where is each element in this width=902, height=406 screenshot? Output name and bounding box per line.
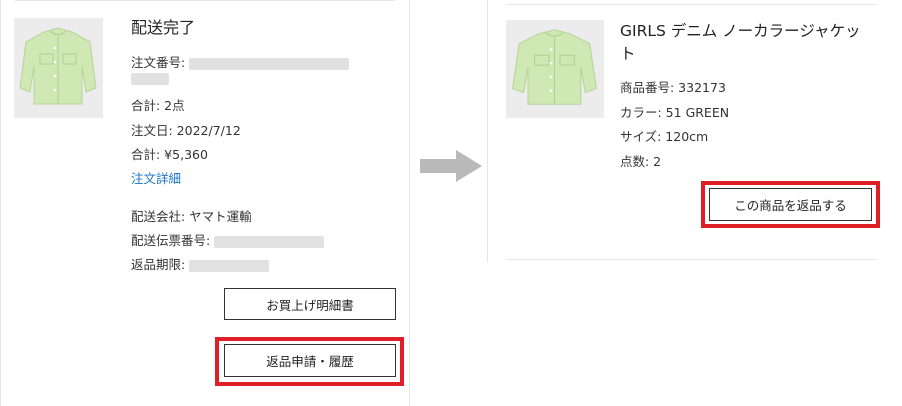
order-number-row: 注文番号: <box>131 52 350 71</box>
tracking-number-row: 配送伝票番号: <box>131 230 325 249</box>
delivery-status: 配送完了 <box>131 18 196 37</box>
blurred-order-number-tail <box>131 72 169 85</box>
blurred-order-number <box>189 57 350 70</box>
tracking-number-label: 配送伝票番号: <box>131 233 211 248</box>
order-detail-link[interactable]: 注文詳細 <box>131 168 181 187</box>
total-quantity: 合計: 2点 <box>131 98 185 113</box>
return-this-item-button[interactable]: この商品を返品する <box>709 188 872 221</box>
order-number-label: 注文番号: <box>131 55 186 70</box>
jacket-image <box>19 27 97 105</box>
product-quantity: 点数: 2 <box>620 154 662 169</box>
product-size: サイズ: 120cm <box>620 129 709 144</box>
product-color: カラー: 51 GREEN <box>620 105 730 120</box>
return-application-button[interactable]: 返品申請・履歴 <box>224 344 396 377</box>
jacket-thumbnail-left[interactable] <box>14 18 103 118</box>
divider <box>15 0 395 1</box>
order-date: 注文日: 2022/7/12 <box>131 123 241 138</box>
jacket-image <box>512 29 597 105</box>
divider-bottom <box>506 259 877 260</box>
divider-top <box>506 4 877 5</box>
return-deadline-label: 返品期限: <box>131 257 186 272</box>
return-deadline-row: 返品期限: <box>131 254 270 273</box>
jacket-thumbnail-right[interactable] <box>506 20 604 118</box>
product-title[interactable]: GIRLS デニム ノーカラージャケット <box>620 20 875 66</box>
right-arrow-icon <box>420 150 482 182</box>
product-number: 商品番号: 332173 <box>620 80 726 95</box>
blurred-tracking-number <box>214 235 325 248</box>
order-number-row-continued <box>131 70 169 85</box>
blurred-return-deadline <box>189 259 270 272</box>
carrier: 配送会社: ヤマト運輸 <box>131 209 252 224</box>
total-price: 合計: ¥5,360 <box>131 147 208 162</box>
receipt-button[interactable]: お買上げ明細書 <box>224 288 396 320</box>
